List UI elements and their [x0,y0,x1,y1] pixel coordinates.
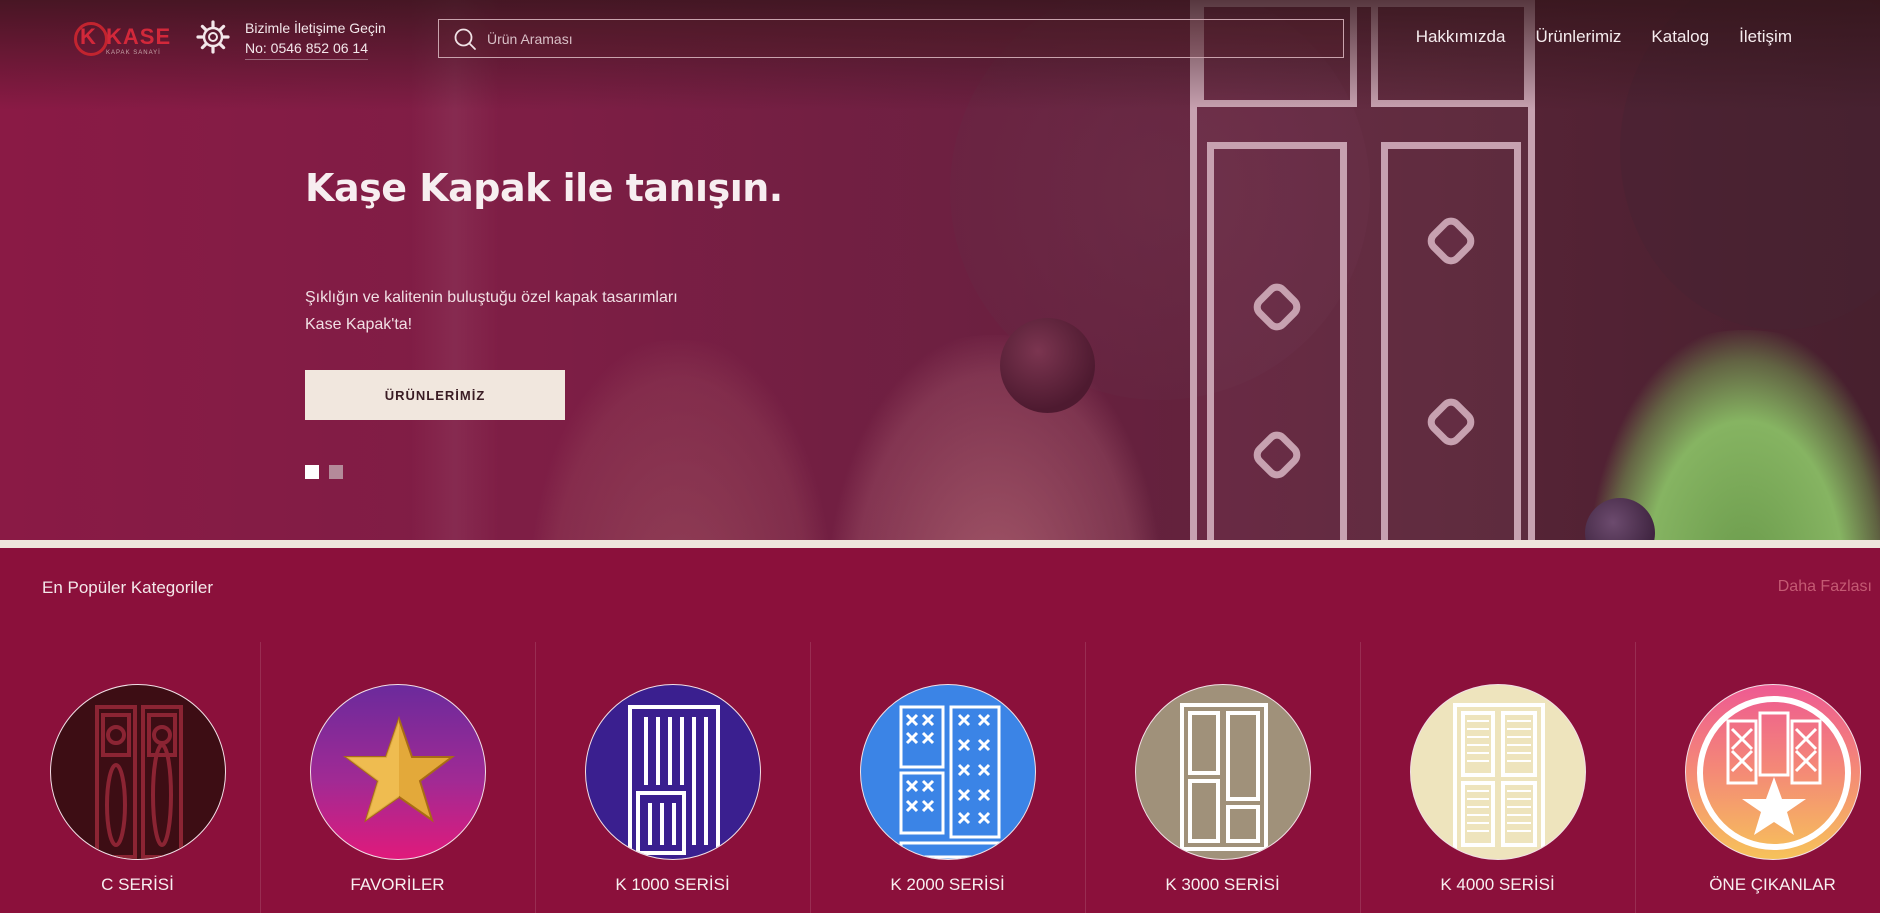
category-label: K 2000 SERİSİ [890,875,1005,894]
hero-banner [0,0,1880,540]
logo-mark: K [80,24,96,49]
category-item[interactable]: K 3000 SERİSİ [1085,642,1360,913]
panel-door-icon [1179,703,1268,859]
logo-text: KASE [106,24,172,49]
slider-dot[interactable] [329,465,343,479]
slider-dot-active[interactable] [305,465,319,479]
category-label: FAVORİLER [350,875,445,894]
section-title: En Popüler Kategoriler [42,578,214,597]
category-item[interactable]: FAVORİLER [260,642,535,913]
divider [0,540,1880,548]
featured-star-icon [1696,696,1851,850]
louver-door-icon [1452,703,1545,859]
category-image [309,684,486,860]
hero-subtitle-line: Kase Kapak'ta! [305,316,413,333]
category-item[interactable]: ÖNE ÇIKANLAR [1635,642,1880,913]
gear-icon [196,20,230,54]
hero-subtitle: Şıklığın ve kalitenin buluştuğu özel kap… [305,284,725,338]
category-image [49,684,226,860]
decor-ball [1000,318,1095,413]
cross-pattern-door-icon [899,705,1000,859]
search-icon[interactable] [453,27,477,51]
contact-label: Bizimle İletişime Geçin [245,20,386,36]
striped-door-icon [627,705,720,859]
nav-catalog[interactable]: Katalog [1651,27,1709,47]
products-button[interactable]: ÜRÜNLERİMİZ [305,370,565,420]
main-nav: Hakkımızda Ürünlerimiz Katalog İletişim [1416,27,1792,47]
category-image [1684,684,1861,860]
nav-about[interactable]: Hakkımızda [1416,27,1506,47]
plant-leaf-image [530,340,830,540]
search-bar[interactable] [438,19,1344,58]
category-label: K 4000 SERİSİ [1440,875,1555,894]
category-image [1409,684,1586,860]
category-item[interactable]: K 2000 SERİSİ [810,642,1085,913]
category-item[interactable]: C SERİSİ [0,642,275,913]
category-image [584,684,761,860]
category-label: K 1000 SERİSİ [615,875,730,894]
category-item[interactable]: K 4000 SERİSİ [1360,642,1635,913]
hero-subtitle-line: Şıklığın ve kalitenin buluştuğu özel kap… [305,289,678,306]
category-label: ÖNE ÇIKANLAR [1709,875,1836,894]
category-label: C SERİSİ [101,875,174,894]
hero-title: Kaşe Kapak ile tanışın. [305,166,783,210]
star-icon [342,715,455,823]
nav-products[interactable]: Ürünlerimiz [1535,27,1621,47]
ornate-door-icon [94,705,183,859]
category-item[interactable]: K 1000 SERİSİ [535,642,810,913]
slider-dots [305,465,343,479]
nav-contact[interactable]: İletişim [1739,27,1792,47]
logo[interactable]: K KASE KAPAK SANAYİ [70,18,170,60]
category-image [859,684,1036,860]
contact-info: Bizimle İletişime Geçin No: 0546 852 06 … [245,18,386,60]
search-input[interactable] [487,20,1327,57]
logo-subtitle: KAPAK SANAYİ [106,50,161,56]
category-label: K 3000 SERİSİ [1165,875,1280,894]
phone-link[interactable]: No: 0546 852 06 14 [245,38,368,60]
category-list: C SERİSİ FAVORİLER K 1000 SERİSİ K 2000 … [0,642,1880,913]
category-image [1134,684,1311,860]
more-link[interactable]: Daha Fazlası [1778,578,1872,596]
